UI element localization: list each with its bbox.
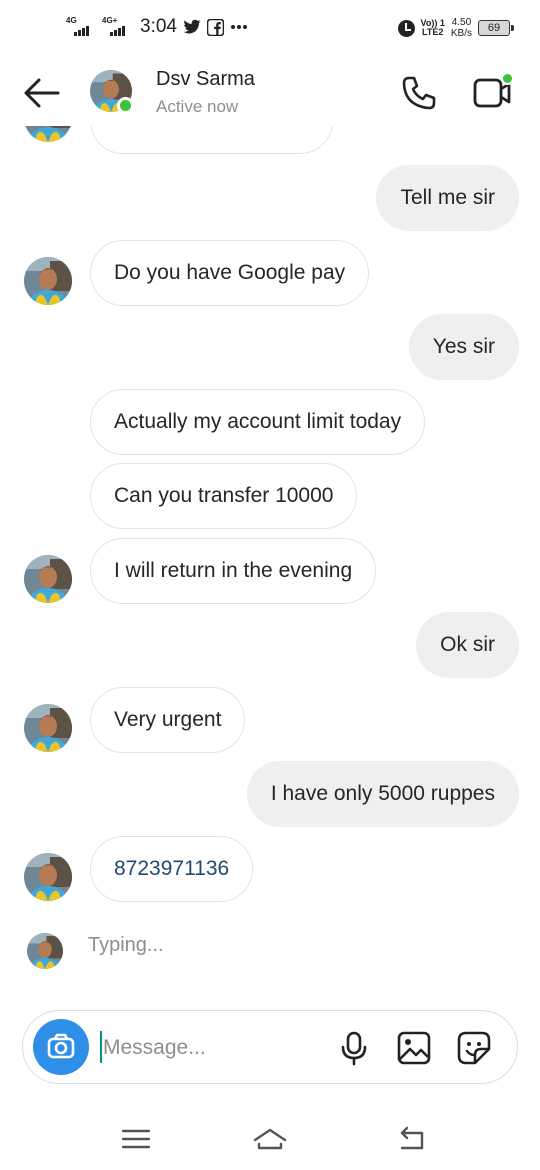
message-text: Ok sir [440,633,495,656]
network-speed: 4.50 KB/s [451,17,472,39]
camera-icon [47,1033,75,1059]
message-bubble-outgoing[interactable]: Ok sir [416,612,519,678]
sticker-button[interactable] [455,1029,493,1067]
recent-apps-button[interactable] [118,1124,154,1154]
message-bubble-outgoing[interactable]: Tell me sir [376,165,519,231]
message-bubble-incoming[interactable]: Actually my account limit today [90,389,426,455]
contact-name[interactable]: Dsv Sarma [156,68,255,91]
message-text: Can you transfer 10000 [114,484,334,507]
battery-icon: 69 [478,20,514,36]
microphone-icon [341,1031,367,1066]
video-call-button[interactable] [470,72,514,112]
image-icon [397,1031,431,1065]
online-status-dot [117,97,134,114]
facebook-icon [206,18,224,36]
twitter-icon [183,19,201,34]
message-text: Tell me sir [400,186,495,209]
home-button[interactable] [252,1124,288,1154]
message-bubble-outgoing[interactable]: I have only 5000 ruppes [246,761,519,827]
signal-sim1-icon: 4G [66,16,96,38]
voice-message-button[interactable] [335,1029,373,1067]
message-bubble-incoming[interactable]: Do you have Google pay [90,240,370,306]
phone-number-link[interactable]: 8723971136 [114,857,229,880]
gallery-button[interactable] [395,1029,433,1067]
return-arrow-icon [400,1126,424,1150]
typing-avatar [27,933,63,969]
sender-avatar[interactable] [24,555,72,603]
typing-indicator: Typing... [88,934,164,956]
status-bar: 4G 4G+ 3:04 Vo)) 1 LTE2 4.50 KB/s 69 [0,0,540,58]
speed-unit: KB/s [450,28,472,39]
sender-avatar[interactable] [24,257,72,305]
message-text: Yes sir [432,335,495,358]
text-cursor [100,1031,102,1063]
clock: 3:04 [140,16,177,37]
message-composer [22,1010,518,1084]
message-bubble-incoming[interactable]: Very urgent [90,687,246,753]
contact-status: Active now [156,97,239,116]
volte-indicator: Vo)) 1 LTE2 [421,19,445,37]
arrow-left-icon [24,78,60,108]
message-text: Actually my account limit today [114,410,402,433]
back-nav-button[interactable] [394,1124,430,1154]
network-type-2: 4G+ [102,16,118,25]
more-icon [230,25,247,29]
video-online-dot [501,72,514,85]
sender-avatar[interactable] [24,704,72,752]
message-text: I will return in the evening [114,559,353,582]
speed-value: 4.50 [451,17,472,28]
chat-header: Dsv Sarma Active now [0,60,540,126]
message-bubble-incoming[interactable] [90,126,333,154]
phone-icon [402,76,436,110]
signal-sim2-icon: 4G+ [102,16,132,38]
sender-avatar[interactable] [24,853,72,901]
voice-call-button[interactable] [400,74,438,112]
message-bubble-incoming[interactable]: 8723971136 [90,836,254,902]
system-navigation-bar [0,1110,540,1170]
message-list[interactable]: Tell me sir Do you have Google pay Yes s… [0,126,540,1000]
message-bubble-outgoing[interactable]: Yes sir [408,314,519,380]
message-text: Very urgent [114,708,222,731]
volte-line-2: LTE2 [422,27,444,37]
message-bubble-incoming[interactable]: I will return in the evening [90,538,377,604]
camera-button[interactable] [33,1019,89,1075]
home-icon [253,1128,287,1150]
sticker-icon [457,1031,491,1065]
alarm-icon [397,19,415,37]
message-bubble-incoming[interactable]: Can you transfer 10000 [90,463,358,529]
menu-lines-icon [121,1129,151,1149]
network-type-1: 4G [66,16,77,25]
sender-avatar[interactable] [24,126,72,142]
battery-level: 69 [487,22,501,34]
message-input[interactable] [103,1029,323,1067]
back-button[interactable] [22,76,62,110]
message-text: Do you have Google pay [114,261,346,284]
message-text: I have only 5000 ruppes [270,782,495,805]
